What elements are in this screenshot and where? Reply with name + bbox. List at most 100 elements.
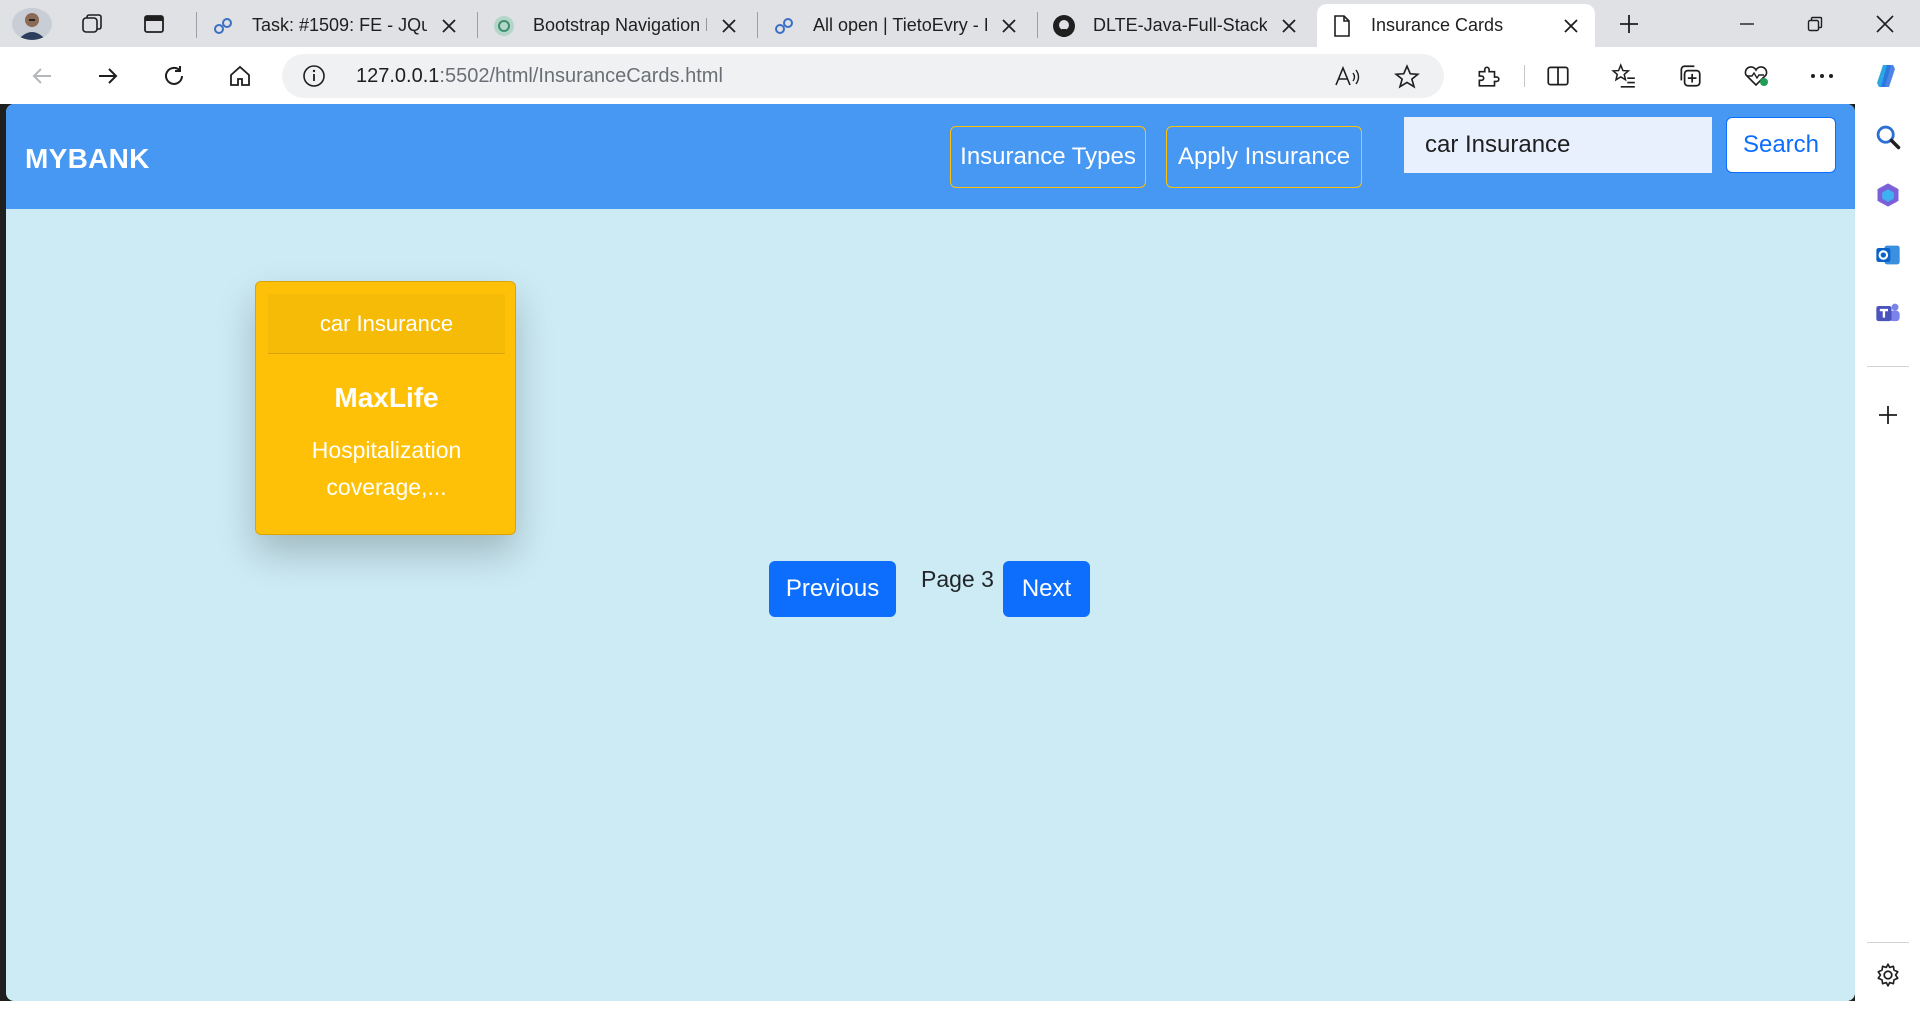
- refresh-icon: [165, 66, 183, 85]
- vertical-tabs-button[interactable]: [136, 8, 172, 40]
- sidebar-settings-button[interactable]: [1869, 956, 1907, 994]
- favorite-button[interactable]: [1392, 62, 1422, 92]
- split-screen-button[interactable]: [1538, 58, 1578, 94]
- workspaces-icon: [82, 14, 102, 33]
- plus-icon: [1620, 15, 1638, 33]
- puzzle-icon: [1478, 66, 1500, 87]
- navbar: MYBANK Insurance Types Apply Insurance c…: [6, 104, 1855, 209]
- tab-insurance-cards[interactable]: Insurance Cards: [1317, 4, 1595, 47]
- refresh-button[interactable]: [154, 58, 194, 94]
- close-icon[interactable]: [717, 14, 741, 38]
- tab-title: DLTE-Java-Full-Stack-E: [1093, 15, 1267, 35]
- read-aloud-icon: [1335, 65, 1360, 86]
- collections-button[interactable]: [1670, 58, 1710, 94]
- tab-bootstrap-navigation[interactable]: Bootstrap Navigation B: [479, 4, 753, 47]
- teams-icon: [1876, 303, 1900, 322]
- card-header: car Insurance: [268, 294, 505, 354]
- more-icon: [1811, 74, 1833, 78]
- avatar-icon: [12, 8, 52, 40]
- sidebar-add-button[interactable]: [1869, 396, 1907, 434]
- home-icon: [230, 65, 250, 86]
- forward-button[interactable]: [88, 58, 128, 94]
- tab-actions-icon: [144, 15, 164, 33]
- window-bottom-edge: [0, 1001, 1855, 1010]
- workspaces-button[interactable]: [74, 8, 110, 40]
- minimize-button[interactable]: [1714, 0, 1780, 47]
- insurance-types-button[interactable]: Insurance Types: [950, 126, 1146, 188]
- azure-devops-icon: [210, 13, 236, 39]
- outlook-icon: [1876, 245, 1900, 265]
- favorites-list-icon: [1611, 63, 1635, 88]
- close-icon[interactable]: [1559, 14, 1583, 38]
- tab-title: Bootstrap Navigation B: [533, 15, 707, 35]
- gear-icon: [1877, 963, 1899, 987]
- copilot-icon: [1877, 65, 1895, 87]
- tab-github-dlte[interactable]: DLTE-Java-Full-Stack-E: [1039, 4, 1313, 47]
- close-icon[interactable]: [437, 14, 461, 38]
- url-text[interactable]: 127.0.0.1:5502/html/InsuranceCards.html: [356, 65, 723, 88]
- minimize-icon: [1740, 22, 1754, 25]
- sidebar-separator: [1867, 942, 1909, 943]
- insurance-card[interactable]: car Insurance MaxLife Hospitalization co…: [255, 281, 516, 535]
- favorites-button[interactable]: [1604, 58, 1644, 94]
- close-icon[interactable]: [1277, 14, 1301, 38]
- next-button[interactable]: Next: [1003, 561, 1090, 617]
- split-screen-icon: [1547, 66, 1569, 86]
- tab-title: Task: #1509: FE - JQuer: [252, 15, 427, 35]
- profile-avatar[interactable]: [12, 8, 52, 40]
- read-aloud-button[interactable]: [1332, 62, 1362, 92]
- heart-pulse-icon: [1744, 66, 1768, 87]
- tab-strip: Task: #1509: FE - JQuer Bootstrap Naviga…: [0, 0, 1920, 47]
- tab-separator: [196, 12, 197, 38]
- sidebar-teams-button[interactable]: [1869, 294, 1907, 332]
- search-icon: [1876, 125, 1901, 150]
- copilot-button[interactable]: [1866, 58, 1906, 94]
- close-window-button[interactable]: [1852, 0, 1918, 47]
- brand-logo[interactable]: MYBANK: [25, 143, 150, 175]
- close-icon: [1876, 14, 1894, 33]
- tab-title: Insurance Cards: [1371, 15, 1504, 35]
- star-icon: [1394, 64, 1420, 89]
- tab-separator: [1037, 12, 1038, 38]
- sidebar-separator: [1867, 366, 1909, 367]
- card-text: Hospitalization coverage,...: [311, 437, 462, 500]
- extensions-button[interactable]: [1468, 58, 1508, 94]
- github-icon: [1051, 13, 1077, 39]
- sidebar-copilot-button[interactable]: [1869, 176, 1907, 214]
- settings-more-button[interactable]: [1802, 58, 1842, 94]
- address-bar[interactable]: 127.0.0.1:5502/html/InsuranceCards.html: [282, 54, 1444, 98]
- tab-separator: [757, 12, 758, 38]
- tab-title: All open | TietoEvry - Ir: [813, 15, 987, 35]
- restore-icon: [1807, 16, 1823, 31]
- home-button[interactable]: [220, 58, 260, 94]
- apply-insurance-button[interactable]: Apply Insurance: [1166, 126, 1362, 188]
- arrow-right-icon: [99, 68, 118, 84]
- chatgpt-icon: [491, 13, 517, 39]
- tab-task[interactable]: Task: #1509: FE - JQuer: [198, 4, 473, 47]
- close-icon[interactable]: [997, 14, 1021, 38]
- sidebar-search-button[interactable]: [1869, 118, 1907, 156]
- arrow-left-icon: [32, 68, 51, 84]
- browser-toolbar: 127.0.0.1:5502/html/InsuranceCards.html: [0, 47, 1920, 104]
- page-icon: [1329, 13, 1355, 39]
- azure-devops-icon: [771, 13, 797, 39]
- restore-button[interactable]: [1782, 0, 1848, 47]
- tab-all-open[interactable]: All open | TietoEvry - Ir: [759, 4, 1033, 47]
- browser-essentials-button[interactable]: [1736, 58, 1776, 94]
- page-viewport: MYBANK Insurance Types Apply Insurance c…: [6, 104, 1855, 1001]
- back-button[interactable]: [22, 58, 62, 94]
- search-button[interactable]: Search: [1726, 117, 1836, 173]
- new-tab-button[interactable]: [1611, 8, 1647, 40]
- sidebar-outlook-button[interactable]: [1869, 236, 1907, 274]
- toolbar-separator: [1524, 65, 1525, 87]
- info-icon[interactable]: [302, 64, 326, 88]
- tab-separator: [477, 12, 478, 38]
- url-path: :5502/html/InsuranceCards.html: [439, 65, 723, 87]
- page-number-label: Page 3: [921, 566, 994, 592]
- plus-icon: [1879, 406, 1897, 424]
- search-form: car Insurance Search: [1404, 117, 1846, 175]
- office-icon: [1877, 183, 1899, 207]
- previous-button[interactable]: Previous: [769, 561, 896, 617]
- card-title: MaxLife: [334, 382, 439, 413]
- search-input[interactable]: car Insurance: [1404, 117, 1712, 173]
